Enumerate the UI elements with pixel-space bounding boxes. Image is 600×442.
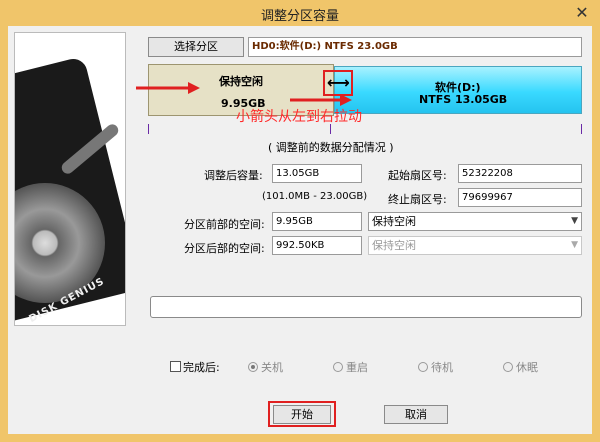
close-button[interactable]: ✕ [570,3,594,23]
select-partition-button[interactable]: 选择分区 [148,37,244,57]
chevron-down-icon: ▼ [571,216,578,226]
radio-dot [418,362,428,372]
radio-dot [333,362,343,372]
back-space-select-value: 保持空闲 [372,239,416,252]
radio-standby-label: 待机 [431,361,453,374]
front-space-select[interactable]: 保持空闲 ▼ [368,212,582,231]
front-space-select-value: 保持空闲 [372,215,416,228]
radio-hibernate[interactable]: 休眠 [503,359,538,375]
scale-line [148,124,582,134]
start-button[interactable]: 开始 [273,405,331,424]
window-title: 调整分区容量 [260,9,339,24]
completion-checkbox[interactable] [170,361,181,372]
radio-standby[interactable]: 待机 [418,359,453,375]
partition-segment[interactable]: 软件(D:) NTFS 13.05GB [334,66,582,114]
front-space-input[interactable]: 9.95GB [272,212,362,231]
disk-illustration: DISK GENIUS [14,32,126,326]
front-space-label: 分区前部的空间: [184,218,265,231]
scale-marker [330,124,331,134]
end-sector-field: 79699967 [458,188,582,207]
drag-instruction-annotation: 小箭头从左到右拉动 [236,109,362,125]
data-section-title: ( 调整前的数据分配情况 ) [268,141,394,154]
resized-size-input[interactable]: 13.05GB [272,164,362,183]
start-sector-label: 起始扇区号: [388,169,447,182]
completion-checkbox-label: 完成后: [183,361,220,374]
cancel-button[interactable]: 取消 [384,405,448,424]
radio-hibernate-label: 休眠 [516,361,538,374]
radio-dot [248,362,258,372]
chevron-down-icon: ▼ [571,240,578,250]
radio-shutdown[interactable]: 关机 [248,359,283,375]
title-bar: 调整分区容量 ✕ [0,0,600,26]
radio-dot [503,362,513,372]
size-range-text: (101.0MB - 23.00GB) [262,191,368,202]
radio-restart[interactable]: 重启 [333,359,368,375]
progress-bar [150,296,582,318]
start-sector-field: 52322208 [458,164,582,183]
back-space-label: 分区后部的空间: [184,242,265,255]
radio-shutdown-label: 关机 [261,361,283,374]
back-space-input[interactable]: 992.50KB [272,236,362,255]
resize-handle-icon[interactable]: ⟷ [327,73,350,92]
end-sector-label: 终止扇区号: [388,193,447,206]
partition-size: NTFS 13.05GB [419,93,508,106]
resized-size-label: 调整后容量: [204,169,263,182]
back-space-select: 保持空闲 ▼ [368,236,582,255]
radio-restart-label: 重启 [346,361,368,374]
partition-info-field: HD0:软件(D:) NTFS 23.0GB [248,37,582,57]
